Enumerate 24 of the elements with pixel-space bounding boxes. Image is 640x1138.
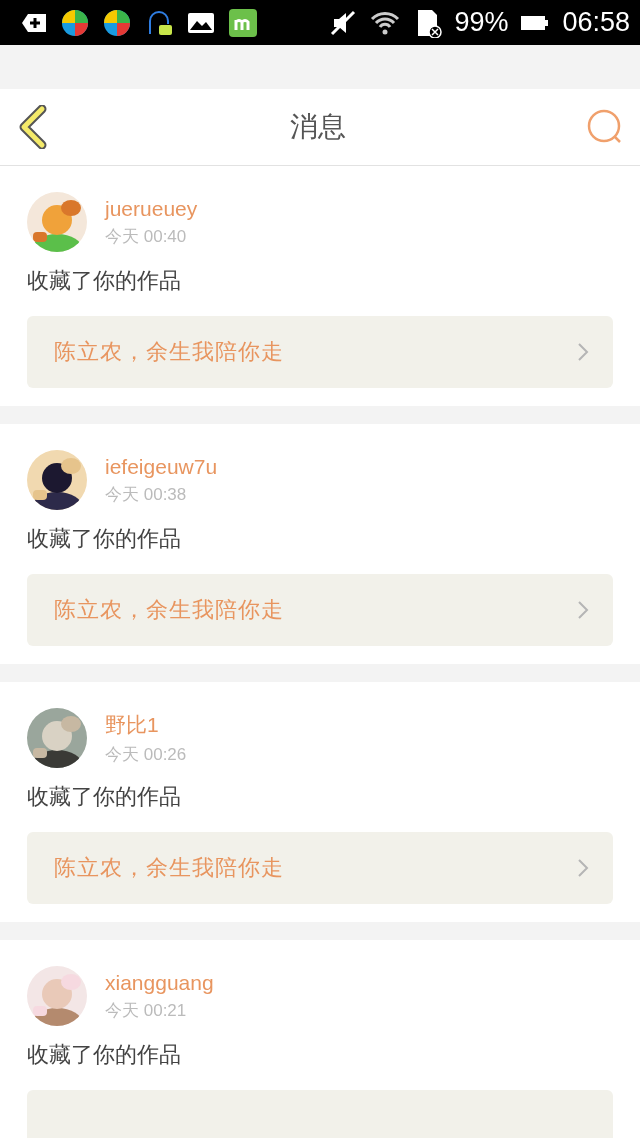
timestamp: 今天 00:21	[105, 999, 188, 1022]
clock: 06:58	[562, 7, 630, 38]
username[interactable]: xiangguang	[105, 970, 214, 995]
page-title: 消息	[290, 109, 346, 145]
chevron-right-icon	[577, 342, 589, 362]
timestamp: 今天 00:26	[105, 743, 187, 766]
username[interactable]: iefeigeuw7u	[105, 454, 218, 479]
message-text: 收藏了你的作品	[27, 783, 182, 811]
username[interactable]: juerueuey	[105, 196, 198, 221]
chevron-right-icon	[577, 858, 589, 878]
chevron-right-icon	[577, 600, 589, 620]
colorful-ball-icon	[102, 7, 132, 38]
timestamp: 今天 00:38	[105, 483, 188, 506]
battery-percentage: 99%	[454, 7, 509, 38]
work-link[interactable]: 陈立农，余生我陪你走	[27, 316, 613, 388]
username[interactable]: 野比1	[105, 710, 187, 739]
work-link[interactable]: 陈立农，余生我陪你走	[27, 832, 613, 904]
app-m-icon	[228, 7, 258, 38]
timestamp: 今天 00:40	[105, 225, 188, 248]
colorful-ball-icon	[60, 7, 90, 38]
message-text: 收藏了你的作品	[27, 1041, 182, 1069]
message-text: 收藏了你的作品	[27, 267, 182, 295]
message-text: 收藏了你的作品	[27, 525, 182, 553]
work-link[interactable]: 陈立农，余生我陪你走	[27, 574, 613, 646]
